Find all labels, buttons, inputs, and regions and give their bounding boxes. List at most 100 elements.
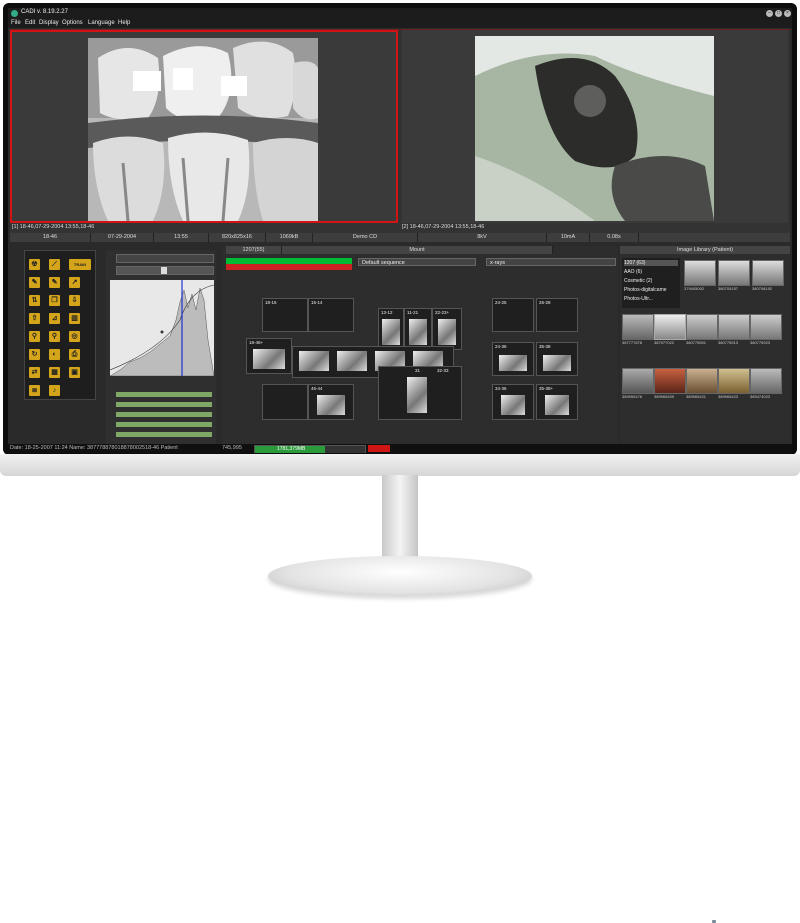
- calendar-icon[interactable]: ▦: [49, 367, 60, 378]
- menu-file[interactable]: File: [11, 20, 21, 26]
- status-source: Demo CD: [313, 233, 418, 242]
- mount-slot-24-36[interactable]: 24-36: [492, 342, 534, 376]
- library-header: Image Library (Patient): [620, 246, 790, 254]
- channel-slider-blue[interactable]: [116, 432, 212, 437]
- brightness-slider[interactable]: [116, 254, 214, 263]
- mount-slot-11-21[interactable]: 11-21: [404, 308, 432, 350]
- viewer-pane-right[interactable]: [402, 30, 788, 223]
- mount-slot-18-16[interactable]: 18-16: [262, 298, 308, 332]
- library-thumb[interactable]: [654, 368, 686, 394]
- sound-icon[interactable]: ♪: [49, 385, 60, 396]
- copy-icon[interactable]: ❐: [49, 295, 60, 306]
- bitewing-xray-image[interactable]: [88, 38, 318, 221]
- library-thumb[interactable]: [750, 314, 782, 340]
- mount-slot-31-33[interactable]: 31 32-33: [378, 366, 462, 420]
- mount-panel: 1207(55) Mount Default sequence x-rays 1…: [222, 246, 618, 444]
- monitor-stand-base: [268, 556, 532, 596]
- channel-slider-2[interactable]: [116, 402, 212, 407]
- pencil-icon[interactable]: ✎: [29, 277, 40, 288]
- stack-icon[interactable]: ≣: [29, 385, 40, 396]
- mount-slot-13-12[interactable]: 13-12: [378, 308, 404, 350]
- library-thumb[interactable]: [622, 368, 654, 394]
- pencil2-icon[interactable]: ✎: [49, 277, 60, 288]
- print-icon[interactable]: ⎙: [69, 349, 80, 360]
- library-category-list[interactable]: 1207 (63) AAO (6) Cosmetic (2) Photos-di…: [622, 258, 680, 308]
- library-thumb[interactable]: [752, 260, 784, 286]
- library-thumb[interactable]: [654, 314, 686, 340]
- library-thumb[interactable]: [718, 368, 750, 394]
- flip-icon[interactable]: ⇅: [29, 295, 40, 306]
- contrast-slider[interactable]: [116, 266, 214, 275]
- library-category-1207[interactable]: 1207 (63): [624, 260, 678, 266]
- menu-help[interactable]: Help: [118, 20, 130, 26]
- radiation-icon[interactable]: ☢: [29, 259, 40, 270]
- trash-icon[interactable]: ▥: [69, 313, 80, 324]
- library-category-aao[interactable]: AAO (6): [624, 269, 642, 275]
- save-icon[interactable]: ▣: [69, 367, 80, 378]
- mount-slot-26-28[interactable]: 26-28: [536, 298, 578, 332]
- target-icon[interactable]: ◎: [69, 331, 80, 342]
- library-thumb[interactable]: [686, 314, 718, 340]
- mount-slot-18-46[interactable]: 18-46+: [246, 338, 292, 374]
- mount-slot-15-14[interactable]: 15-14: [308, 298, 354, 332]
- mount-slot-22-23[interactable]: 22-23+: [432, 308, 462, 350]
- close-button[interactable]: ×: [784, 10, 791, 17]
- mount-slot-35-38[interactable]: 35-38: [536, 342, 578, 376]
- footer-count: 745,995: [222, 445, 242, 451]
- tab-mount[interactable]: Mount: [282, 246, 553, 254]
- measure-icon[interactable]: ⊿: [49, 313, 60, 324]
- train-icon[interactable]: TRAIN: [69, 259, 91, 270]
- mount-slot-46-44[interactable]: 46-44: [308, 384, 354, 420]
- library-thumb[interactable]: [750, 368, 782, 394]
- mount-slot-24-25[interactable]: 24-25: [492, 298, 534, 332]
- contrast-slider-handle[interactable]: [161, 267, 167, 274]
- minimize-button[interactable]: –: [766, 10, 773, 17]
- title-bar: CADI v. 8.19.2.27 – □ ×: [8, 8, 792, 19]
- slot-label: 11-21: [407, 310, 419, 315]
- contrast-icon[interactable]: ◐: [49, 349, 60, 360]
- menu-options[interactable]: Options: [62, 20, 83, 26]
- image-viewer: [1] 18-46,07-29-2004 13:55,18-46 [2] 18-…: [10, 29, 790, 234]
- toolbox: ☢ ⟋ TRAIN ✎ ✎ ↗ ⇅ ❐ ⇩ ⇧ ⊿ ▥ ⚲ ⚲ ◎ ↻ ◐ ⎙ …: [24, 250, 96, 400]
- mount-slot-34-36[interactable]: 34-36: [492, 384, 534, 420]
- library-category-photos-digital[interactable]: Photos-digitalcame: [624, 287, 667, 293]
- library-thumb[interactable]: [718, 314, 750, 340]
- library-thumb[interactable]: [686, 368, 718, 394]
- download-icon[interactable]: ⇩: [69, 295, 80, 306]
- library-thumb-id: 389965423: [718, 394, 739, 399]
- channel-slider-green[interactable]: [116, 422, 212, 427]
- slot-label: 34-36: [495, 386, 507, 391]
- channel-slider-red[interactable]: [116, 412, 212, 417]
- library-thumb-id: 389965409: [654, 394, 675, 399]
- menu-edit[interactable]: Edit: [25, 20, 35, 26]
- compare-icon[interactable]: ⇄: [29, 367, 40, 378]
- library-category-photos-ultra[interactable]: Photos-Ultr...: [624, 296, 653, 302]
- type-select[interactable]: x-rays: [486, 258, 616, 266]
- arrow-icon[interactable]: ↗: [69, 277, 80, 288]
- status-date: 07-29-2004: [91, 233, 154, 242]
- menu-language[interactable]: Language: [88, 20, 115, 26]
- image-status-bar: 18-46 07-29-2004 13:55 820x825x16 1069kB…: [10, 233, 790, 242]
- channel-slider-1[interactable]: [116, 392, 212, 397]
- rotate-icon[interactable]: ↻: [29, 349, 40, 360]
- library-category-cosmetic[interactable]: Cosmetic (2): [624, 278, 652, 284]
- library-thumb[interactable]: [684, 260, 716, 286]
- tab-patient-count[interactable]: 1207(55): [226, 246, 282, 254]
- mount-slot-46-46[interactable]: [262, 384, 308, 420]
- upload-icon[interactable]: ⇧: [29, 313, 40, 324]
- mount-slot-35-38-lower[interactable]: 35-38+: [536, 384, 578, 420]
- maximize-button[interactable]: □: [775, 10, 782, 17]
- library-thumb-id: 389474023: [750, 394, 771, 399]
- intraoral-photo[interactable]: [475, 36, 714, 221]
- library-thumb[interactable]: [718, 260, 750, 286]
- histogram-chart[interactable]: [109, 280, 215, 377]
- zoom2-icon[interactable]: ⚲: [49, 331, 60, 342]
- sequence-select[interactable]: Default sequence: [358, 258, 476, 266]
- zoom-icon[interactable]: ⚲: [29, 331, 40, 342]
- brush-icon[interactable]: ⟋: [49, 259, 60, 270]
- library-thumb[interactable]: [622, 314, 654, 340]
- status-ma: 10mA: [547, 233, 590, 242]
- menu-display[interactable]: Display: [39, 20, 59, 26]
- footer-status-bar: Date: 18-25-2007 11:24 Name: 38777887801…: [8, 444, 792, 453]
- viewer-pane-left[interactable]: [10, 30, 398, 223]
